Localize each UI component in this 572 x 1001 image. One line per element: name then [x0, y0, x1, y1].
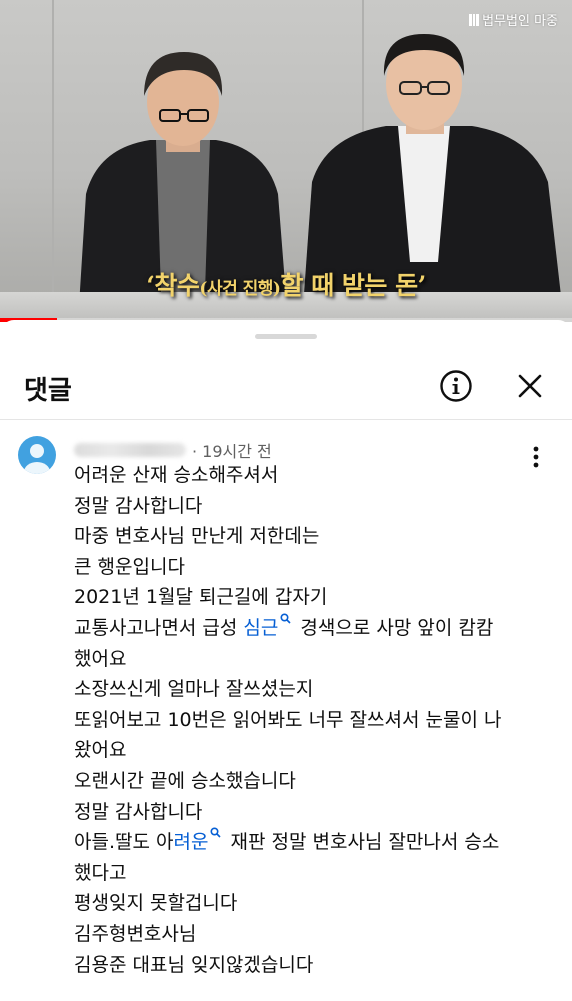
- channel-watermark: 법무법인 마중: [469, 10, 558, 29]
- comment-line: 소장쓰신게 얼마나 잘쓰셨는지: [74, 678, 314, 701]
- comment-text-segment: 재판 정말 변호사님 잘만나서 승소: [224, 831, 500, 854]
- comment-text-segment: 아들.딸도 아: [74, 831, 174, 854]
- comment-line: 오랜시간 끝에 승소했습니다: [74, 769, 296, 792]
- comment-meta: · 19시간 전: [74, 438, 272, 462]
- drag-handle[interactable]: [255, 334, 317, 339]
- comment-line: 평생잊지 못할겁니다: [74, 892, 238, 915]
- author-name-blurred[interactable]: [74, 443, 186, 457]
- comment-line: 큰 행운입니다: [74, 555, 185, 578]
- comment-line: 어려운 산재 승소해주셔서: [74, 464, 279, 486]
- caption-paren: (사건 진행): [199, 279, 281, 299]
- caption-suffix: 할 때 받는 돈’: [280, 271, 426, 300]
- comment-line: 2021년 1월달 퇴근길에 갑자기: [74, 586, 328, 609]
- comment-line: 정말 감사합니다: [74, 800, 203, 823]
- search-keyword-link[interactable]: 려운: [173, 827, 224, 854]
- search-icon: [280, 613, 291, 624]
- info-icon: [440, 370, 472, 402]
- comment-text: 어려운 산재 승소해주셔서 정말 감사합니다 마중 변호사님 만난게 저한데는 …: [74, 460, 544, 980]
- comment-line: 했어요: [74, 647, 127, 670]
- comment-line: 교통사고나면서 급성 심근 경색으로 사망 앞이 캄캄: [74, 613, 544, 644]
- law-firm-logo-icon: [469, 13, 480, 26]
- comment-text-segment: 교통사고나면서 급성: [74, 616, 244, 639]
- comment-text-segment: 경색으로 사망 앞이 캄캄: [294, 616, 494, 639]
- video-player[interactable]: 법무법인 마중 ‘착수(사건 진행)할 때 받는 돈’: [0, 0, 572, 322]
- search-icon: [210, 827, 222, 838]
- comments-title: 댓글: [24, 376, 72, 406]
- keyword-text: 려운: [173, 831, 209, 854]
- comment-time: · 19시간 전: [192, 442, 272, 461]
- video-caption: ‘착수(사건 진행)할 때 받는 돈’: [0, 266, 572, 302]
- comment-line: 아들.딸도 아려운 재판 정말 변호사님 잘만나서 승소: [74, 827, 544, 858]
- comment-line: 왔어요: [74, 739, 127, 762]
- close-icon: [518, 374, 542, 398]
- comments-sheet: 댓글 · 19시간 전 어려운 산재 승소해주셔서 정말 감사합니다 마중 변호…: [0, 320, 572, 1001]
- comment-line: 또읽어보고 10번은 읽어봐도 너무 잘쓰셔서 눈물이 나: [74, 708, 502, 731]
- comment-line: 정말 감사합니다: [74, 494, 203, 517]
- info-button[interactable]: [438, 368, 474, 404]
- watermark-text: 법무법인 마중: [482, 14, 558, 29]
- default-avatar-icon: [24, 444, 50, 474]
- comment-line: 김주형변호사님: [74, 922, 197, 945]
- comment-line: 김용준 대표님 잊지않겠습니다: [74, 953, 314, 976]
- comment-line: 마중 변호사님 만난게 저한데는: [74, 525, 320, 548]
- avatar[interactable]: [18, 436, 56, 474]
- close-button[interactable]: [512, 368, 548, 404]
- keyword-text: 심근: [243, 616, 279, 639]
- comment-line: 했다고: [74, 861, 127, 884]
- caption-prefix: ‘착수: [146, 271, 200, 300]
- search-keyword-link[interactable]: 심근: [243, 613, 294, 639]
- comments-header: 댓글: [0, 356, 572, 420]
